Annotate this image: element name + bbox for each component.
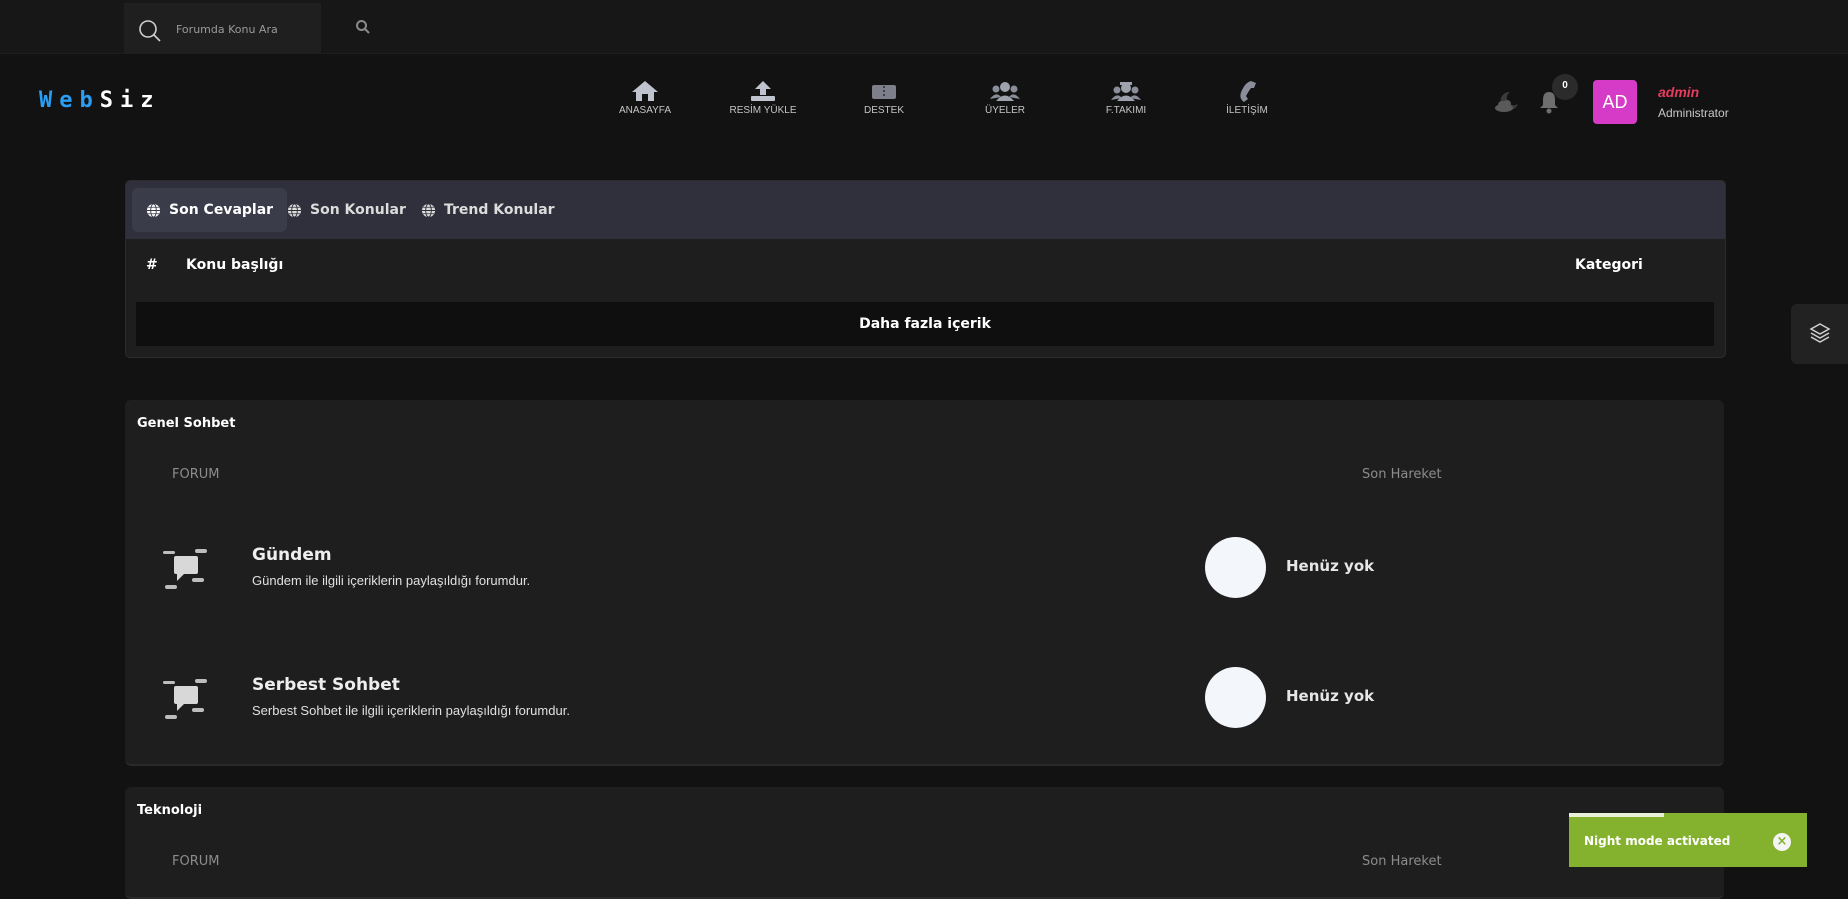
tab-son-konular[interactable]: Son Konular	[273, 188, 420, 232]
user-avatar[interactable]: AD	[1593, 80, 1637, 124]
forum-name[interactable]: Serbest Sohbet	[252, 675, 400, 695]
side-panel-toggle[interactable]	[1791, 304, 1848, 364]
tab-trend-konular[interactable]: Trend Konular	[407, 188, 569, 232]
phone-icon	[1240, 81, 1256, 102]
site-logo[interactable]: WebSiz	[39, 88, 161, 113]
col-header-title: Konu başlığı	[186, 257, 284, 273]
more-content-button[interactable]: Daha fazla içerik	[136, 302, 1714, 346]
search-input[interactable]	[174, 17, 318, 41]
nav-item-iletisim[interactable]: İLETİŞİM	[1192, 80, 1302, 116]
tab-label: Son Konular	[310, 202, 406, 218]
toast-notification: Night mode activated ×	[1569, 813, 1807, 867]
nav-label: İLETİŞİM	[1226, 105, 1268, 116]
logo-part-siz: Siz	[99, 88, 161, 113]
forum-description: Gündem ile ilgili içeriklerin paylaşıldı…	[252, 573, 531, 588]
logo-part-web: Web	[39, 88, 100, 113]
tab-label: Son Cevaplar	[169, 202, 274, 218]
col-header-number: #	[146, 257, 158, 273]
nav-item-ftakimi[interactable]: F.TAKIMI	[1071, 80, 1181, 116]
nav-item-resim-yukle[interactable]: RESİM YÜKLE	[708, 80, 818, 116]
last-activity-avatar	[1205, 667, 1266, 728]
nav-label: ÜYELER	[984, 105, 1025, 116]
top-bar	[0, 0, 1848, 54]
forum-row: Gündem Gündem ile ilgili içeriklerin pay…	[125, 509, 1724, 629]
col-header-forum: FORUM	[172, 467, 220, 482]
users-icon	[990, 82, 1020, 101]
recent-topics-panel: Son Cevaplar Son Konular Trend Konular #	[125, 180, 1726, 358]
category-title[interactable]: Genel Sohbet	[137, 416, 235, 431]
notification-badge: 0	[1552, 74, 1578, 100]
nav-item-anasayfa[interactable]: ANASAYFA	[590, 80, 700, 116]
team-icon	[1111, 82, 1141, 101]
forum-description: Serbest Sohbet ile ilgili içeriklerin pa…	[252, 703, 570, 718]
tab-label: Trend Konular	[444, 202, 555, 218]
tab-son-cevaplar[interactable]: Son Cevaplar	[132, 188, 288, 232]
search-icon	[139, 20, 161, 42]
last-activity-text: Henüz yok	[1286, 557, 1375, 575]
toast-progress-bar	[1569, 813, 1664, 817]
ticket-icon	[872, 85, 896, 99]
chat-bubbles-icon	[163, 549, 207, 589]
forum-name[interactable]: Gündem	[252, 545, 332, 565]
nav-label: DESTEK	[863, 105, 904, 116]
upload-icon	[751, 81, 775, 101]
nav-label: RESİM YÜKLE	[729, 105, 797, 116]
topic-tabs: Son Cevaplar Son Konular Trend Konular	[126, 181, 1725, 239]
col-header-last-activity: Son Hareket	[1362, 854, 1442, 869]
search-submit-icon[interactable]	[355, 19, 371, 35]
nav-item-destek[interactable]: DESTEK	[829, 80, 939, 116]
last-activity-text: Henüz yok	[1286, 687, 1375, 705]
category-genel-sohbet: Genel Sohbet FORUM Son Hareket Gündem Gü…	[125, 400, 1724, 766]
col-header-last-activity: Son Hareket	[1362, 467, 1442, 482]
home-icon	[632, 81, 658, 101]
category-title[interactable]: Teknoloji	[137, 803, 202, 818]
globe-icon	[421, 202, 436, 218]
chat-bubbles-icon	[163, 679, 207, 719]
layers-icon	[1809, 323, 1831, 343]
nav-label: ANASAYFA	[618, 105, 672, 116]
user-role: Administrator	[1658, 106, 1729, 120]
toast-message: Night mode activated	[1584, 834, 1731, 848]
globe-icon	[146, 202, 161, 218]
col-header-forum: FORUM	[172, 854, 220, 869]
night-mode-icon[interactable]	[1494, 90, 1520, 114]
globe-icon	[287, 202, 302, 218]
nav-label: F.TAKIMI	[1105, 105, 1147, 116]
col-header-category: Kategori	[1575, 257, 1643, 273]
nav-item-uyeler[interactable]: ÜYELER	[950, 80, 1060, 116]
search-box	[124, 3, 321, 53]
last-activity-avatar	[1205, 537, 1266, 598]
category-teknoloji: Teknoloji FORUM Son Hareket	[125, 787, 1724, 899]
user-name[interactable]: admin	[1658, 84, 1699, 100]
forum-row: Serbest Sohbet Serbest Sohbet ile ilgili…	[125, 639, 1724, 759]
toast-close-button[interactable]: ×	[1773, 833, 1791, 851]
